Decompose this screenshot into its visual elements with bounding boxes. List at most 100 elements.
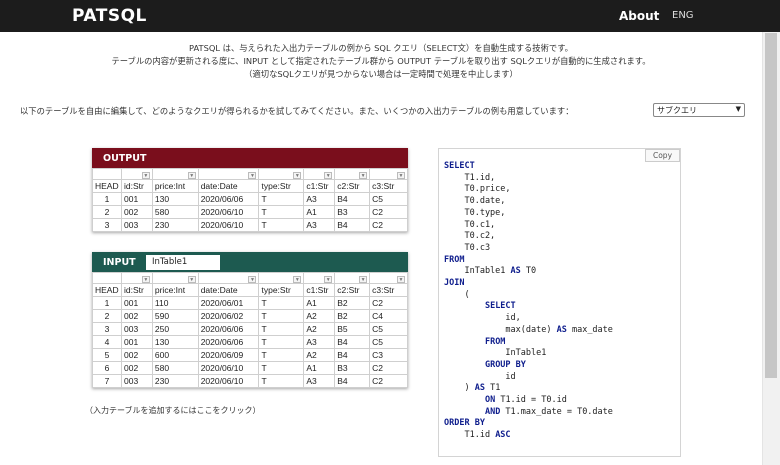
table-cell[interactable]: 130 xyxy=(151,335,199,349)
column-header[interactable]: price:Int xyxy=(151,179,199,193)
table-cell[interactable]: A1 xyxy=(303,205,336,219)
column-header[interactable]: c1:Str xyxy=(303,283,336,297)
filter-icon[interactable]: ▼ xyxy=(359,172,368,179)
table-cell[interactable]: C4 xyxy=(369,309,408,323)
table-cell[interactable]: B4 xyxy=(334,218,371,232)
table-cell[interactable]: C2 xyxy=(369,218,408,232)
column-header[interactable]: c1:Str xyxy=(303,179,336,193)
table-cell[interactable]: B4 xyxy=(334,348,371,362)
table-cell[interactable]: A2 xyxy=(303,348,336,362)
table-cell[interactable]: T xyxy=(258,205,305,219)
table-cell[interactable]: 130 xyxy=(151,192,199,206)
table-cell[interactable]: 2020/06/10 xyxy=(197,218,260,232)
filter-icon[interactable]: ▼ xyxy=(293,172,302,179)
table-cell[interactable]: T xyxy=(258,296,305,310)
table-cell[interactable]: 2020/06/10 xyxy=(197,374,260,388)
column-header[interactable]: c2:Str xyxy=(334,179,371,193)
page-scrollbar-thumb[interactable] xyxy=(765,33,777,378)
table-cell[interactable]: 001 xyxy=(120,296,153,310)
table-cell[interactable]: 2020/06/10 xyxy=(197,361,260,375)
table-cell[interactable]: 2020/06/06 xyxy=(197,335,260,349)
table-cell[interactable]: T xyxy=(258,322,305,336)
table-cell[interactable]: A3 xyxy=(303,218,336,232)
table-cell[interactable]: T xyxy=(258,374,305,388)
table-cell[interactable]: A2 xyxy=(303,322,336,336)
table-cell[interactable]: B4 xyxy=(334,192,371,206)
table-cell[interactable]: 003 xyxy=(120,322,153,336)
table-cell[interactable]: B3 xyxy=(334,361,371,375)
column-header[interactable]: HEAD xyxy=(92,283,122,297)
column-header[interactable]: type:Str xyxy=(258,283,305,297)
table-cell[interactable]: A3 xyxy=(303,374,336,388)
table-cell[interactable]: T xyxy=(258,218,305,232)
table-cell[interactable]: 2020/06/10 xyxy=(197,205,260,219)
filter-icon[interactable]: ▼ xyxy=(324,276,333,283)
table-cell[interactable]: 110 xyxy=(151,296,199,310)
column-header[interactable]: c2:Str xyxy=(334,283,371,297)
table-cell[interactable]: C2 xyxy=(369,296,408,310)
table-cell[interactable]: C5 xyxy=(369,192,408,206)
table-cell[interactable]: 590 xyxy=(151,309,199,323)
table-cell[interactable]: A3 xyxy=(303,335,336,349)
table-cell[interactable]: B4 xyxy=(334,374,371,388)
filter-icon[interactable]: ▼ xyxy=(293,276,302,283)
patsql-logo[interactable]: PATSQL xyxy=(72,6,147,26)
table-cell[interactable]: B2 xyxy=(334,309,371,323)
copy-sql-button[interactable]: Copy xyxy=(645,149,680,162)
filter-icon[interactable]: ▼ xyxy=(248,276,257,283)
filter-icon[interactable]: ▼ xyxy=(397,276,405,283)
column-header[interactable]: c3:Str xyxy=(369,179,408,193)
table-cell[interactable]: T xyxy=(258,192,305,206)
table-cell[interactable]: 001 xyxy=(120,335,153,349)
table-cell[interactable]: A1 xyxy=(303,361,336,375)
input-table-name-field[interactable]: InTable1 xyxy=(146,255,220,270)
column-header[interactable]: HEAD xyxy=(92,179,122,193)
table-cell[interactable]: 003 xyxy=(120,218,153,232)
table-cell[interactable]: 2020/06/09 xyxy=(197,348,260,362)
filter-icon[interactable]: ▼ xyxy=(248,172,257,179)
nav-about-link[interactable]: About xyxy=(619,9,659,23)
table-cell[interactable]: 600 xyxy=(151,348,199,362)
table-cell[interactable]: 250 xyxy=(151,322,199,336)
column-header[interactable]: date:Date xyxy=(197,179,260,193)
table-cell[interactable]: 001 xyxy=(120,192,153,206)
table-cell[interactable]: T xyxy=(258,309,305,323)
table-cell[interactable]: 230 xyxy=(151,218,199,232)
filter-icon[interactable]: ▼ xyxy=(141,172,150,179)
table-cell[interactable]: B2 xyxy=(334,296,371,310)
table-cell[interactable]: 002 xyxy=(120,205,153,219)
table-cell[interactable]: A2 xyxy=(303,309,336,323)
table-cell[interactable]: B4 xyxy=(334,335,371,349)
table-cell[interactable]: T xyxy=(258,335,305,349)
table-cell[interactable]: A1 xyxy=(303,296,336,310)
sample-example-select[interactable]: サブクエリ ▼ xyxy=(653,103,745,117)
table-cell[interactable]: C2 xyxy=(369,374,408,388)
table-cell[interactable]: 2020/06/01 xyxy=(197,296,260,310)
table-cell[interactable]: B3 xyxy=(334,205,371,219)
filter-icon[interactable]: ▼ xyxy=(141,276,150,283)
filter-icon[interactable]: ▼ xyxy=(397,172,405,179)
table-cell[interactable]: 2020/06/06 xyxy=(197,322,260,336)
filter-icon[interactable]: ▼ xyxy=(324,172,333,179)
filter-icon[interactable]: ▼ xyxy=(187,276,196,283)
column-header[interactable]: price:Int xyxy=(151,283,199,297)
table-cell[interactable]: C2 xyxy=(369,205,408,219)
table-cell[interactable]: C5 xyxy=(369,322,408,336)
column-header[interactable]: id:Str xyxy=(120,179,153,193)
table-cell[interactable]: 580 xyxy=(151,361,199,375)
table-cell[interactable]: C3 xyxy=(369,348,408,362)
table-cell[interactable]: 002 xyxy=(120,361,153,375)
add-input-table-link[interactable]: （入力テーブルを追加するにはここをクリック） xyxy=(85,405,261,416)
filter-icon[interactable]: ▼ xyxy=(359,276,368,283)
table-cell[interactable]: C5 xyxy=(369,335,408,349)
table-cell[interactable]: 002 xyxy=(120,348,153,362)
table-cell[interactable]: B5 xyxy=(334,322,371,336)
filter-icon[interactable]: ▼ xyxy=(187,172,196,179)
table-cell[interactable]: 002 xyxy=(120,309,153,323)
table-cell[interactable]: A3 xyxy=(303,192,336,206)
table-cell[interactable]: 2020/06/06 xyxy=(197,192,260,206)
table-cell[interactable]: 230 xyxy=(151,374,199,388)
table-cell[interactable]: 2020/06/02 xyxy=(197,309,260,323)
table-cell[interactable]: T xyxy=(258,361,305,375)
table-cell[interactable]: C2 xyxy=(369,361,408,375)
